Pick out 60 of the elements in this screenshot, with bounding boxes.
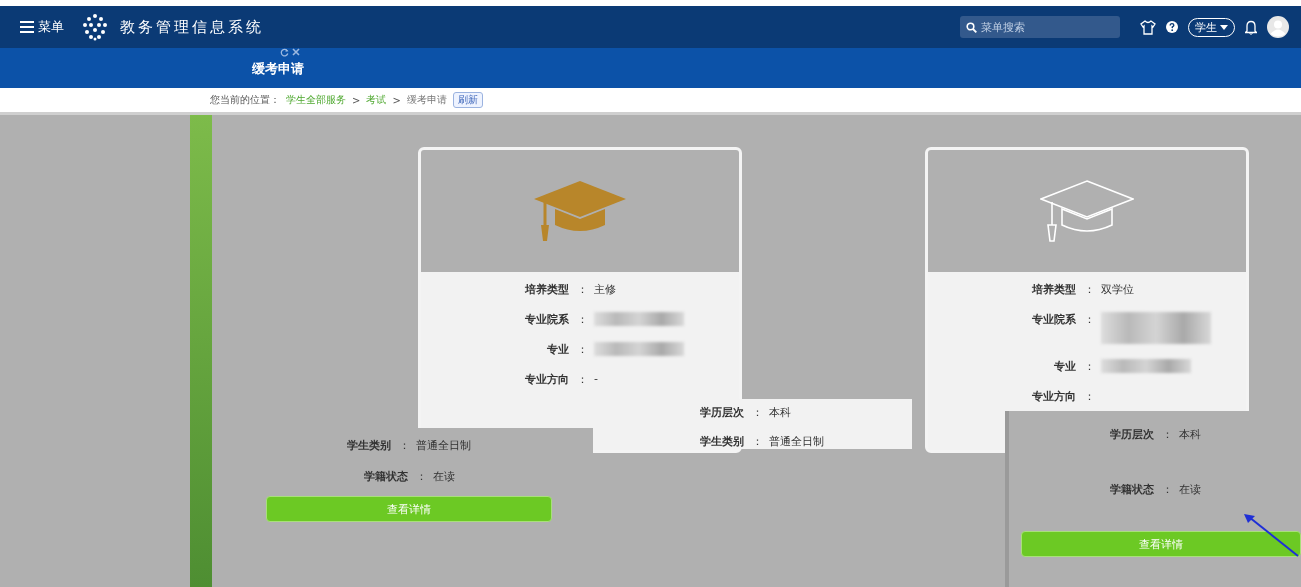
field-label: 专业院系 bbox=[1031, 312, 1076, 327]
field-label: 学历层次 bbox=[700, 405, 744, 420]
mortarboard-icon bbox=[533, 179, 627, 243]
field-label: 学生类别 bbox=[347, 438, 391, 453]
field-value: 在读 bbox=[1178, 482, 1201, 497]
system-title: 教务管理信息系统 bbox=[120, 17, 264, 37]
refresh-button[interactable]: 刷新 bbox=[452, 92, 483, 108]
page-tab[interactable]: 缓考申请 bbox=[230, 48, 326, 88]
shirt-icon[interactable] bbox=[1140, 19, 1156, 35]
close-icon[interactable] bbox=[292, 48, 300, 56]
field-colon: ： bbox=[1083, 282, 1096, 297]
field-label: 学历层次 bbox=[1109, 427, 1154, 442]
field-colon: ： bbox=[576, 372, 589, 387]
menu-icon bbox=[20, 21, 34, 33]
breadcrumb-prefix: 您当前的位置： bbox=[210, 93, 280, 107]
field-label: 专业 bbox=[546, 342, 569, 357]
breadcrumb-link[interactable]: 缓考申请 bbox=[406, 93, 447, 107]
breadcrumb-separator: > bbox=[392, 94, 401, 106]
field-value: 双学位 bbox=[1101, 282, 1134, 297]
field-colon: ： bbox=[576, 342, 589, 357]
breadcrumb-link[interactable]: 学生全部服务 bbox=[286, 93, 346, 107]
refresh-icon[interactable] bbox=[280, 48, 289, 57]
field-label: 学籍状态 bbox=[363, 469, 408, 484]
field-colon: ： bbox=[1160, 482, 1174, 497]
field-colon: ： bbox=[1160, 427, 1174, 442]
search-field[interactable]: 菜单搜索 bbox=[960, 16, 1120, 38]
field-label: 专业方向 bbox=[524, 372, 569, 387]
field-label: 专业 bbox=[1053, 359, 1076, 374]
field-label: 培养类型 bbox=[1031, 282, 1076, 297]
field-value: 本科 bbox=[1178, 427, 1201, 442]
breadcrumb-link[interactable]: 考试 bbox=[366, 93, 387, 107]
pointer-arrow bbox=[1243, 513, 1299, 557]
help-icon[interactable] bbox=[1166, 21, 1178, 33]
field-colon: ： bbox=[576, 282, 589, 297]
menu-button[interactable]: 菜单 bbox=[20, 18, 64, 36]
field-colon: ： bbox=[414, 469, 428, 484]
field-colon: ： bbox=[1083, 312, 1096, 327]
field-colon: ： bbox=[576, 312, 589, 327]
breadcrumb-separator: > bbox=[352, 94, 361, 106]
field-value: 本科 bbox=[769, 405, 791, 420]
field-label: 学籍状态 bbox=[1109, 482, 1154, 497]
field-value: 在读 bbox=[432, 469, 455, 484]
field-colon: ： bbox=[1083, 389, 1096, 404]
field-label: 培养类型 bbox=[524, 282, 569, 297]
field-label: 学生类别 bbox=[700, 434, 744, 449]
field-value: 普通全日制 bbox=[769, 434, 824, 449]
field-label: 专业院系 bbox=[524, 312, 569, 327]
field-colon: ： bbox=[751, 405, 764, 420]
field-label: 专业方向 bbox=[1031, 389, 1076, 404]
mortarboard-icon bbox=[1040, 179, 1134, 243]
avatar-icon[interactable] bbox=[1267, 16, 1289, 38]
logo-icon bbox=[80, 13, 110, 41]
field-value: 普通全日制 bbox=[416, 438, 471, 453]
field-colon: ： bbox=[751, 434, 764, 449]
field-value: - bbox=[594, 372, 598, 385]
field-colon: ： bbox=[398, 438, 411, 453]
caret-icon bbox=[1220, 24, 1228, 30]
bell-icon[interactable] bbox=[1245, 19, 1257, 35]
field-value: 主修 bbox=[594, 282, 616, 297]
field-colon: ： bbox=[1083, 359, 1096, 374]
